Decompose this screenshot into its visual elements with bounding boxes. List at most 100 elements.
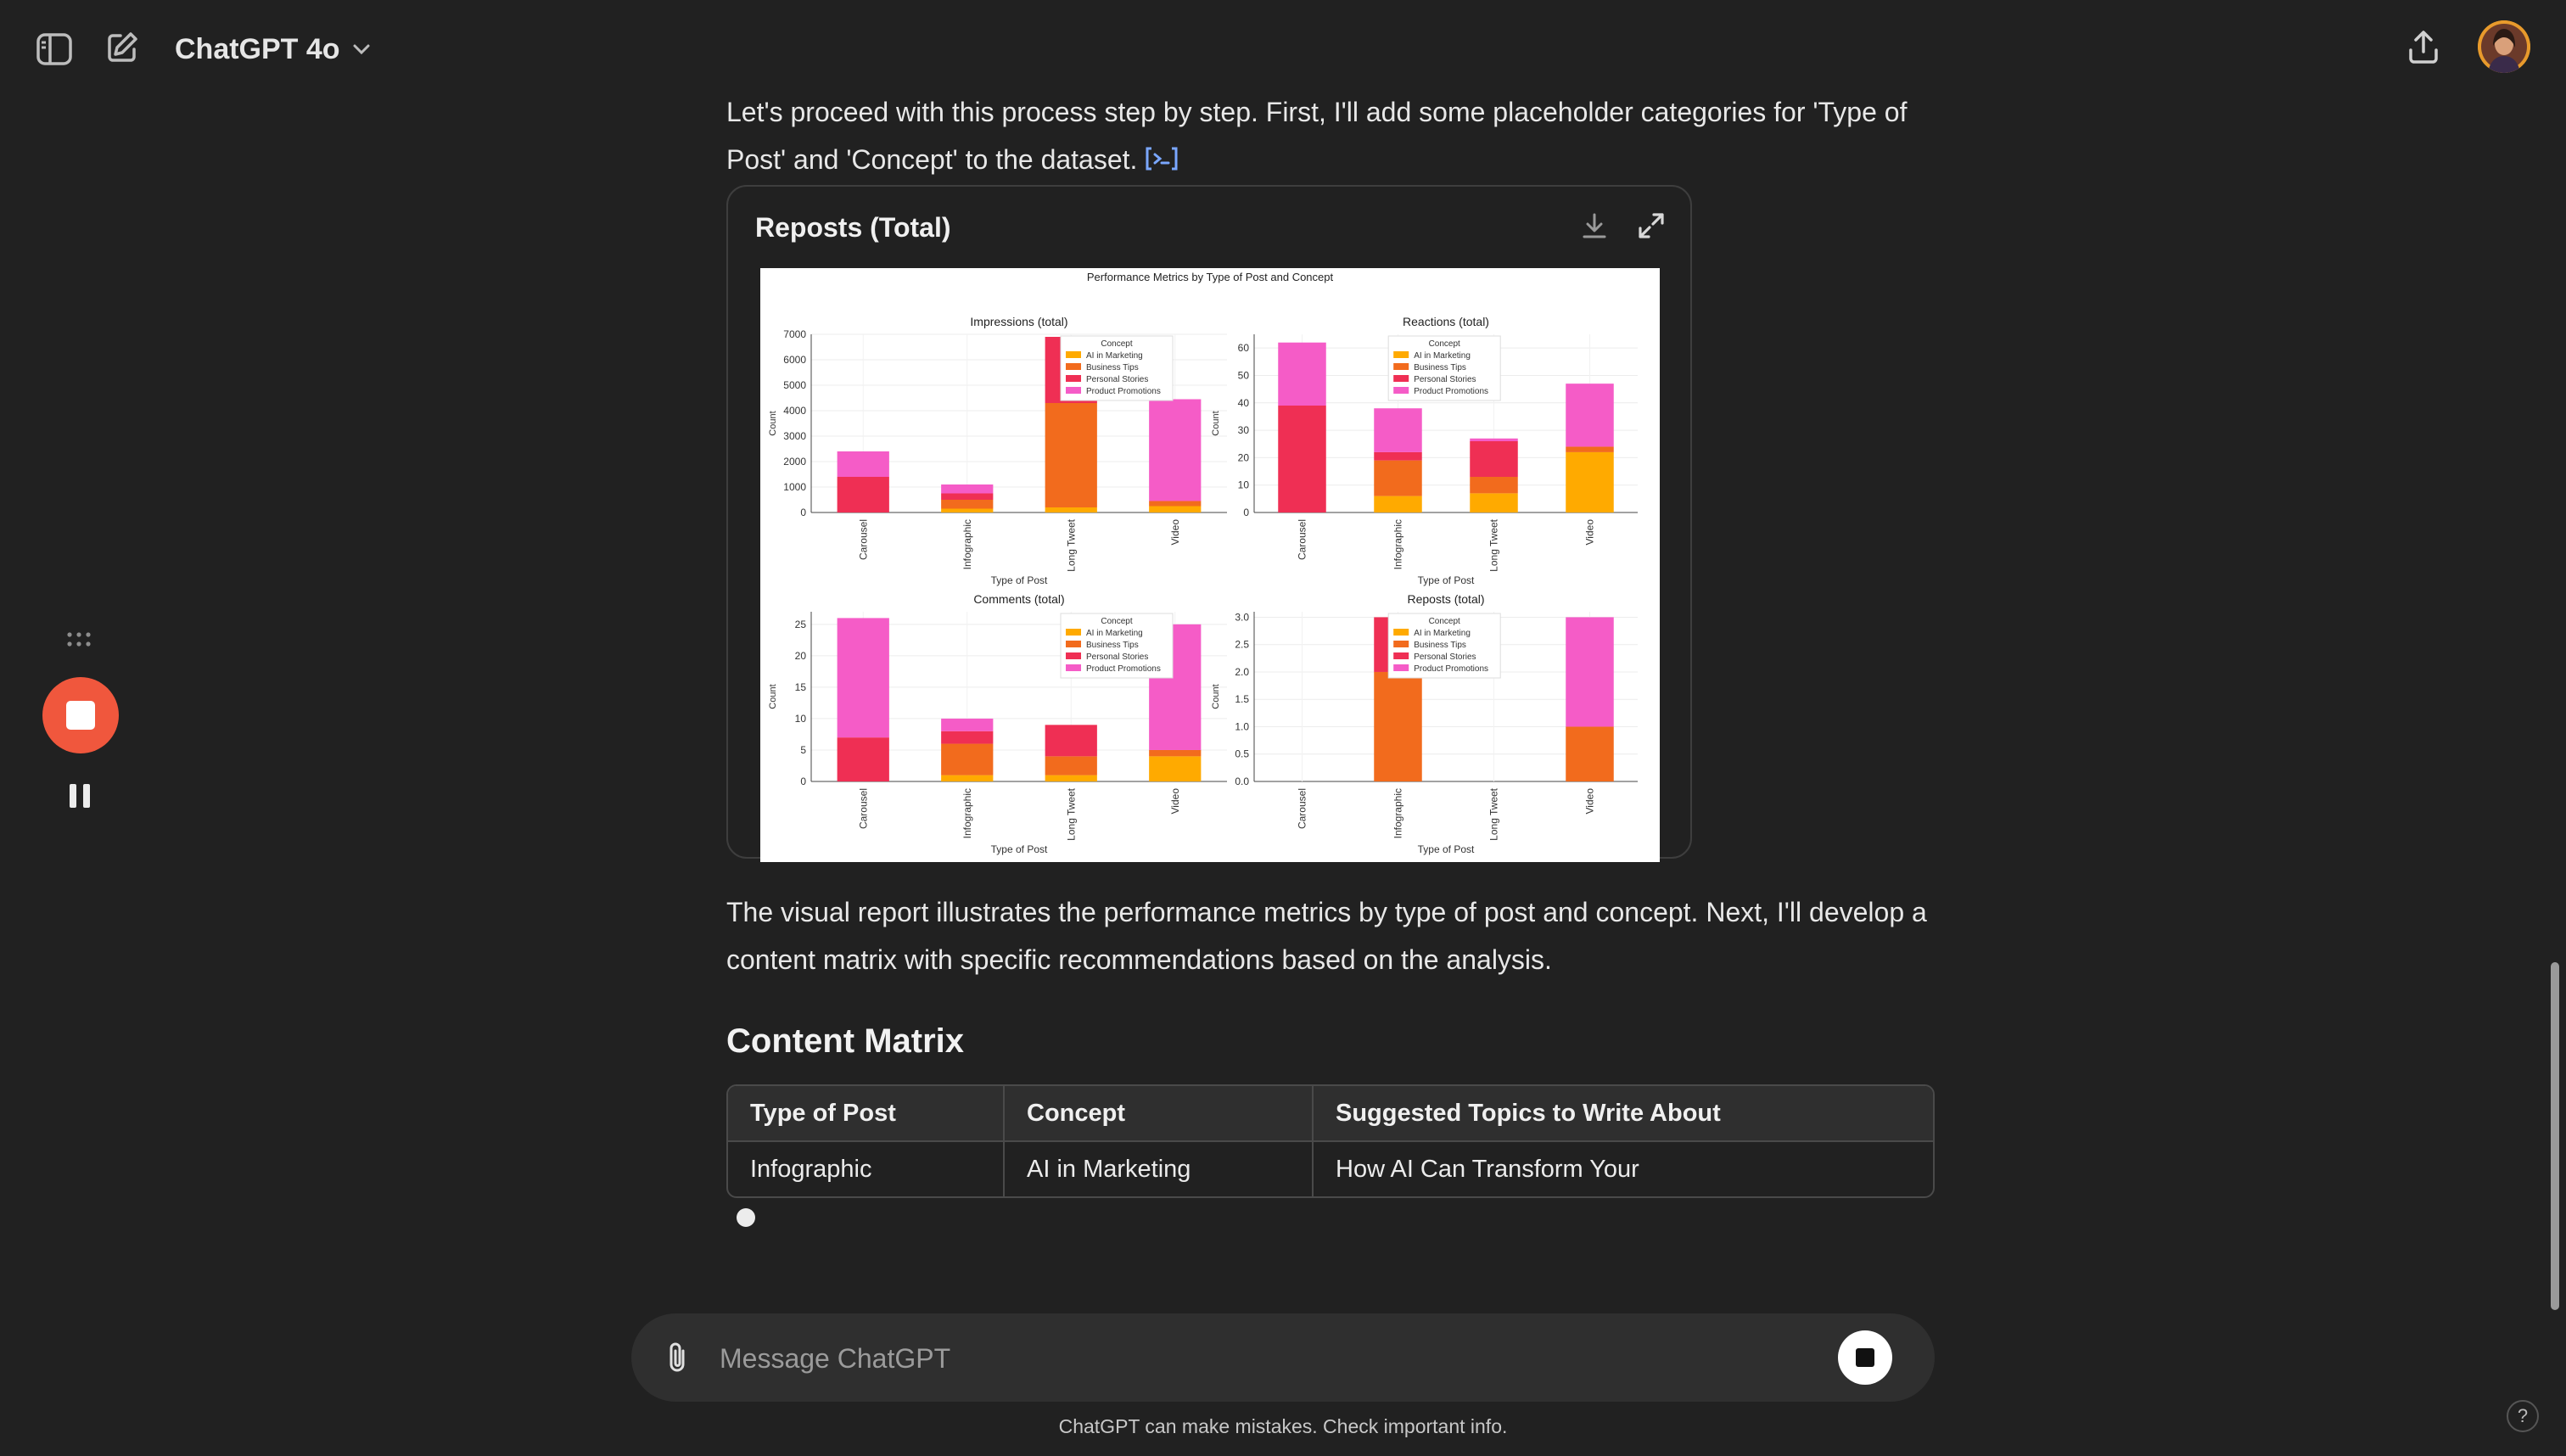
legend-label: Product Promotions bbox=[1086, 387, 1161, 396]
scrollbar[interactable] bbox=[2551, 962, 2559, 1310]
legend-label: AI in Marketing bbox=[1414, 351, 1471, 361]
legend-label: Product Promotions bbox=[1414, 387, 1488, 396]
legend-swatch bbox=[1393, 375, 1409, 382]
bar-segment bbox=[1149, 501, 1202, 507]
table-row: Infographic AI in Marketing How AI Can T… bbox=[728, 1142, 1933, 1196]
bar-segment bbox=[837, 451, 889, 477]
voice-stop-button[interactable] bbox=[42, 677, 119, 753]
chart-card: Reposts (Total) Performance Metrics by T… bbox=[726, 185, 1692, 862]
y-tick-label: 0 bbox=[800, 776, 806, 787]
bar-segment bbox=[1374, 451, 1422, 461]
x-axis-label: Type of Post bbox=[991, 574, 1048, 586]
y-tick-label: 0 bbox=[800, 507, 806, 518]
y-tick-label: 6000 bbox=[783, 354, 806, 366]
model-name: ChatGPT 4o bbox=[175, 32, 340, 65]
y-tick-label: 50 bbox=[1238, 369, 1250, 381]
bar-segment bbox=[1149, 756, 1202, 781]
x-tick-label: Long Tweet bbox=[1488, 518, 1500, 571]
bar-segment bbox=[1149, 399, 1202, 501]
bar-segment bbox=[941, 500, 994, 509]
legend-label: Personal Stories bbox=[1086, 375, 1148, 384]
table-header-cell: Suggested Topics to Write About bbox=[1314, 1086, 1933, 1142]
y-tick-label: 5 bbox=[800, 744, 806, 756]
legend-swatch bbox=[1066, 652, 1081, 659]
legend-label: Personal Stories bbox=[1414, 652, 1476, 662]
bar-segment bbox=[1045, 725, 1097, 757]
legend-swatch bbox=[1066, 629, 1081, 636]
bar-segment bbox=[1566, 617, 1614, 727]
bar-segment bbox=[941, 743, 994, 776]
bar-segment bbox=[837, 618, 889, 738]
legend-label: AI in Marketing bbox=[1086, 351, 1143, 361]
x-tick-label: Long Tweet bbox=[1488, 787, 1500, 840]
legend-label: Personal Stories bbox=[1086, 652, 1148, 662]
y-tick-label: 2000 bbox=[783, 456, 806, 468]
y-tick-label: 4000 bbox=[783, 405, 806, 417]
stop-generating-button[interactable] bbox=[1838, 1330, 1892, 1385]
x-axis-label: Type of Post bbox=[1418, 843, 1475, 855]
legend-label: AI in Marketing bbox=[1086, 629, 1143, 638]
disclaimer: ChatGPT can make mistakes. Check importa… bbox=[1058, 1415, 1508, 1437]
bar-segment bbox=[941, 493, 994, 500]
bar-segment bbox=[1470, 441, 1518, 477]
paperclip-icon[interactable] bbox=[657, 1337, 698, 1378]
y-tick-label: 20 bbox=[1238, 451, 1250, 463]
legend-title: Concept bbox=[1101, 617, 1132, 626]
legend-label: Business Tips bbox=[1414, 641, 1466, 650]
bar-segment bbox=[1566, 384, 1614, 447]
bar-segment bbox=[1566, 451, 1614, 512]
legend-swatch bbox=[1393, 363, 1409, 370]
y-tick-label: 7000 bbox=[783, 328, 806, 340]
pause-button[interactable] bbox=[70, 784, 90, 808]
bar-segment bbox=[941, 775, 994, 781]
expand-icon[interactable] bbox=[1638, 212, 1665, 244]
intro-text: Let's proceed with this process step by … bbox=[726, 97, 1908, 175]
y-tick-label: 60 bbox=[1238, 342, 1250, 354]
chart-title: Performance Metrics by Type of Post and … bbox=[1087, 271, 1334, 283]
bar-segment bbox=[1045, 403, 1097, 507]
chevron-down-icon bbox=[353, 44, 370, 55]
stop-icon bbox=[66, 701, 95, 730]
table-header-row: Type of Post Concept Suggested Topics to… bbox=[728, 1086, 1933, 1142]
message-input[interactable] bbox=[718, 1332, 1790, 1385]
y-tick-label: 2.5 bbox=[1235, 639, 1249, 651]
new-chat-icon[interactable] bbox=[98, 24, 146, 71]
subplot-title: Comments (total) bbox=[973, 592, 1064, 606]
y-tick-label: 20 bbox=[795, 650, 807, 662]
x-tick-label: Infographic bbox=[961, 788, 973, 838]
avatar[interactable] bbox=[2478, 20, 2530, 73]
legend-label: AI in Marketing bbox=[1414, 629, 1471, 638]
table-header-cell: Type of Post bbox=[728, 1086, 1005, 1142]
y-tick-label: 3000 bbox=[783, 430, 806, 442]
y-axis-label: Count bbox=[1211, 684, 1221, 708]
sidebar-toggle-icon[interactable] bbox=[31, 25, 78, 73]
legend-label: Product Promotions bbox=[1414, 664, 1488, 674]
analysis-link-icon[interactable] bbox=[1144, 138, 1179, 186]
model-selector[interactable]: ChatGPT 4o bbox=[175, 25, 371, 73]
legend-label: Product Promotions bbox=[1086, 664, 1161, 674]
y-axis-label: Count bbox=[768, 684, 778, 708]
download-icon[interactable] bbox=[1582, 212, 1607, 244]
stop-icon bbox=[1856, 1348, 1874, 1367]
help-button[interactable]: ? bbox=[2507, 1400, 2539, 1432]
share-icon[interactable] bbox=[2400, 24, 2447, 71]
y-tick-label: 0.0 bbox=[1235, 776, 1249, 787]
y-tick-label: 1.0 bbox=[1235, 720, 1249, 732]
table-cell: Infographic bbox=[728, 1142, 1005, 1196]
legend-title: Concept bbox=[1429, 617, 1460, 626]
x-tick-label: Video bbox=[1584, 788, 1596, 815]
x-axis-label: Type of Post bbox=[1418, 574, 1475, 586]
x-tick-label: Video bbox=[1169, 788, 1181, 815]
bar-segment bbox=[941, 484, 994, 494]
content-matrix-table: Type of Post Concept Suggested Topics to… bbox=[726, 1084, 1935, 1198]
legend-label: Business Tips bbox=[1414, 363, 1466, 372]
x-axis-label: Type of Post bbox=[991, 843, 1048, 855]
bar-segment bbox=[1149, 506, 1202, 512]
drag-handle-icon[interactable] bbox=[66, 631, 92, 652]
x-tick-label: Long Tweet bbox=[1065, 787, 1077, 840]
chart-card-title: Reposts (Total) bbox=[755, 212, 951, 243]
y-tick-label: 0 bbox=[1243, 507, 1249, 518]
legend-swatch bbox=[1393, 664, 1409, 671]
bar-segment bbox=[941, 508, 994, 512]
x-tick-label: Carousel bbox=[857, 788, 869, 829]
